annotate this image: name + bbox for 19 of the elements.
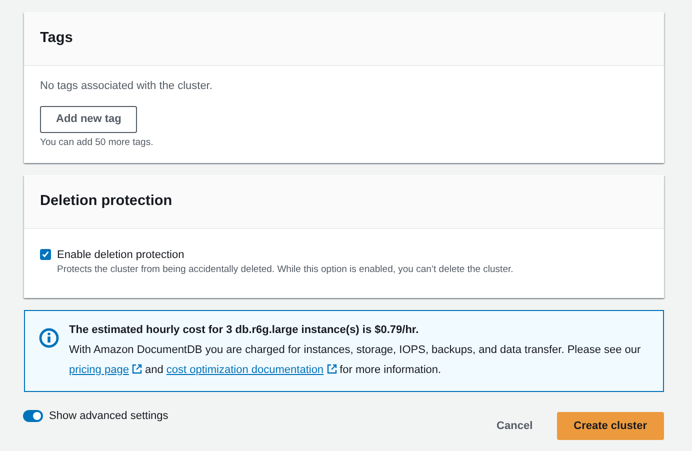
external-link-icon: [132, 364, 142, 374]
documentation-link[interactable]: cost optimization documentation: [166, 364, 337, 376]
toggle-switch[interactable]: [23, 410, 43, 422]
alert-title: The estimated hourly cost for 3 db.r6g.large instance(s) is $0.79/hr.: [69, 322, 420, 338]
alert-text: With Amazon DocumentDB you are charged for instances, storage, IOPS, backups, and data transfer. Please see our pricing page and cost optimization documentation for more information.: [69, 342, 642, 378]
checkbox[interactable]: [40, 248, 51, 260]
external-link-icon: [326, 364, 337, 374]
info-icon: [39, 328, 59, 348]
toggle-label: Show advanced settings: [49, 408, 168, 424]
checkbox-description: Protects the cluster from being accidentally deleted. While this option is enabled, you can’t delete the cluster.: [57, 263, 514, 278]
empty-message: No tags associated with the cluster.: [40, 78, 214, 94]
pricing-link[interactable]: pricing page: [69, 364, 142, 376]
cancel-button[interactable]: Cancel: [478, 412, 551, 440]
create-button[interactable]: Create cluster: [556, 412, 664, 440]
add-tag-button[interactable]: Add new tag: [40, 106, 138, 133]
panel-title: Deletion protection: [24, 175, 664, 229]
checkbox-label: Enable deletion protection: [57, 248, 186, 263]
panel-title: Tags: [24, 12, 664, 66]
hint-text: You can add 50 more tags.: [40, 136, 154, 150]
